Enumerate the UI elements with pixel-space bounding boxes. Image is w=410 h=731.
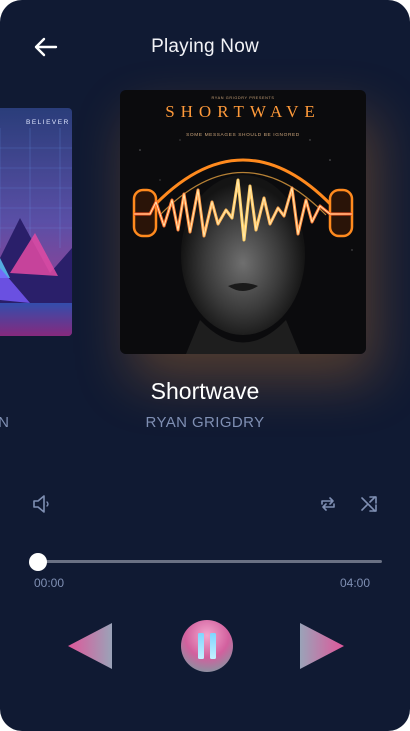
player-screen: Playing Now BELIEVER N RYAN GRIGDRY PRES… — [0, 0, 410, 731]
shuffle-button[interactable] — [360, 495, 378, 513]
total-time: 04:00 — [339, 576, 370, 590]
cover-small-text: RYAN GRIGDRY PRESENTS — [212, 96, 275, 100]
header: Playing Now — [0, 26, 410, 68]
volume-button[interactable] — [32, 494, 54, 514]
repeat-button[interactable] — [319, 495, 337, 513]
song-artist: RYAN GRIGDRY — [145, 414, 265, 431]
current-time: 00:00 — [34, 576, 65, 590]
album-card-current[interactable]: RYAN GRIGDRY PRESENTS SHORTWAVE SOME MES… — [120, 90, 366, 354]
next-button[interactable] — [298, 621, 346, 671]
next-triangle-icon — [300, 623, 344, 669]
progress-thumb[interactable] — [29, 552, 47, 571]
repeat-icon — [321, 497, 335, 511]
volume-icon — [33, 495, 49, 513]
album-art-shortwave: RYAN GRIGDRY PRESENTS SHORTWAVE SOME MES… — [120, 90, 366, 354]
page-title: Playing Now — [151, 36, 259, 57]
previous-button[interactable] — [66, 621, 114, 671]
cover-tagline: SOME MESSAGES SHOULD BE IGNORED — [186, 132, 300, 138]
album-art-believer: BELIEVER — [0, 108, 72, 336]
cover-title: SHORTWAVE — [165, 102, 321, 121]
album-card-previous[interactable]: BELIEVER — [0, 108, 72, 336]
shuffle-icon — [361, 496, 377, 512]
progress-track[interactable] — [29, 552, 382, 571]
believer-cover-text: BELIEVER — [26, 119, 70, 126]
pause-icon — [181, 620, 233, 672]
song-title: Shortwave — [150, 378, 260, 404]
previous-triangle-icon — [68, 623, 112, 669]
pause-button[interactable] — [180, 619, 234, 673]
